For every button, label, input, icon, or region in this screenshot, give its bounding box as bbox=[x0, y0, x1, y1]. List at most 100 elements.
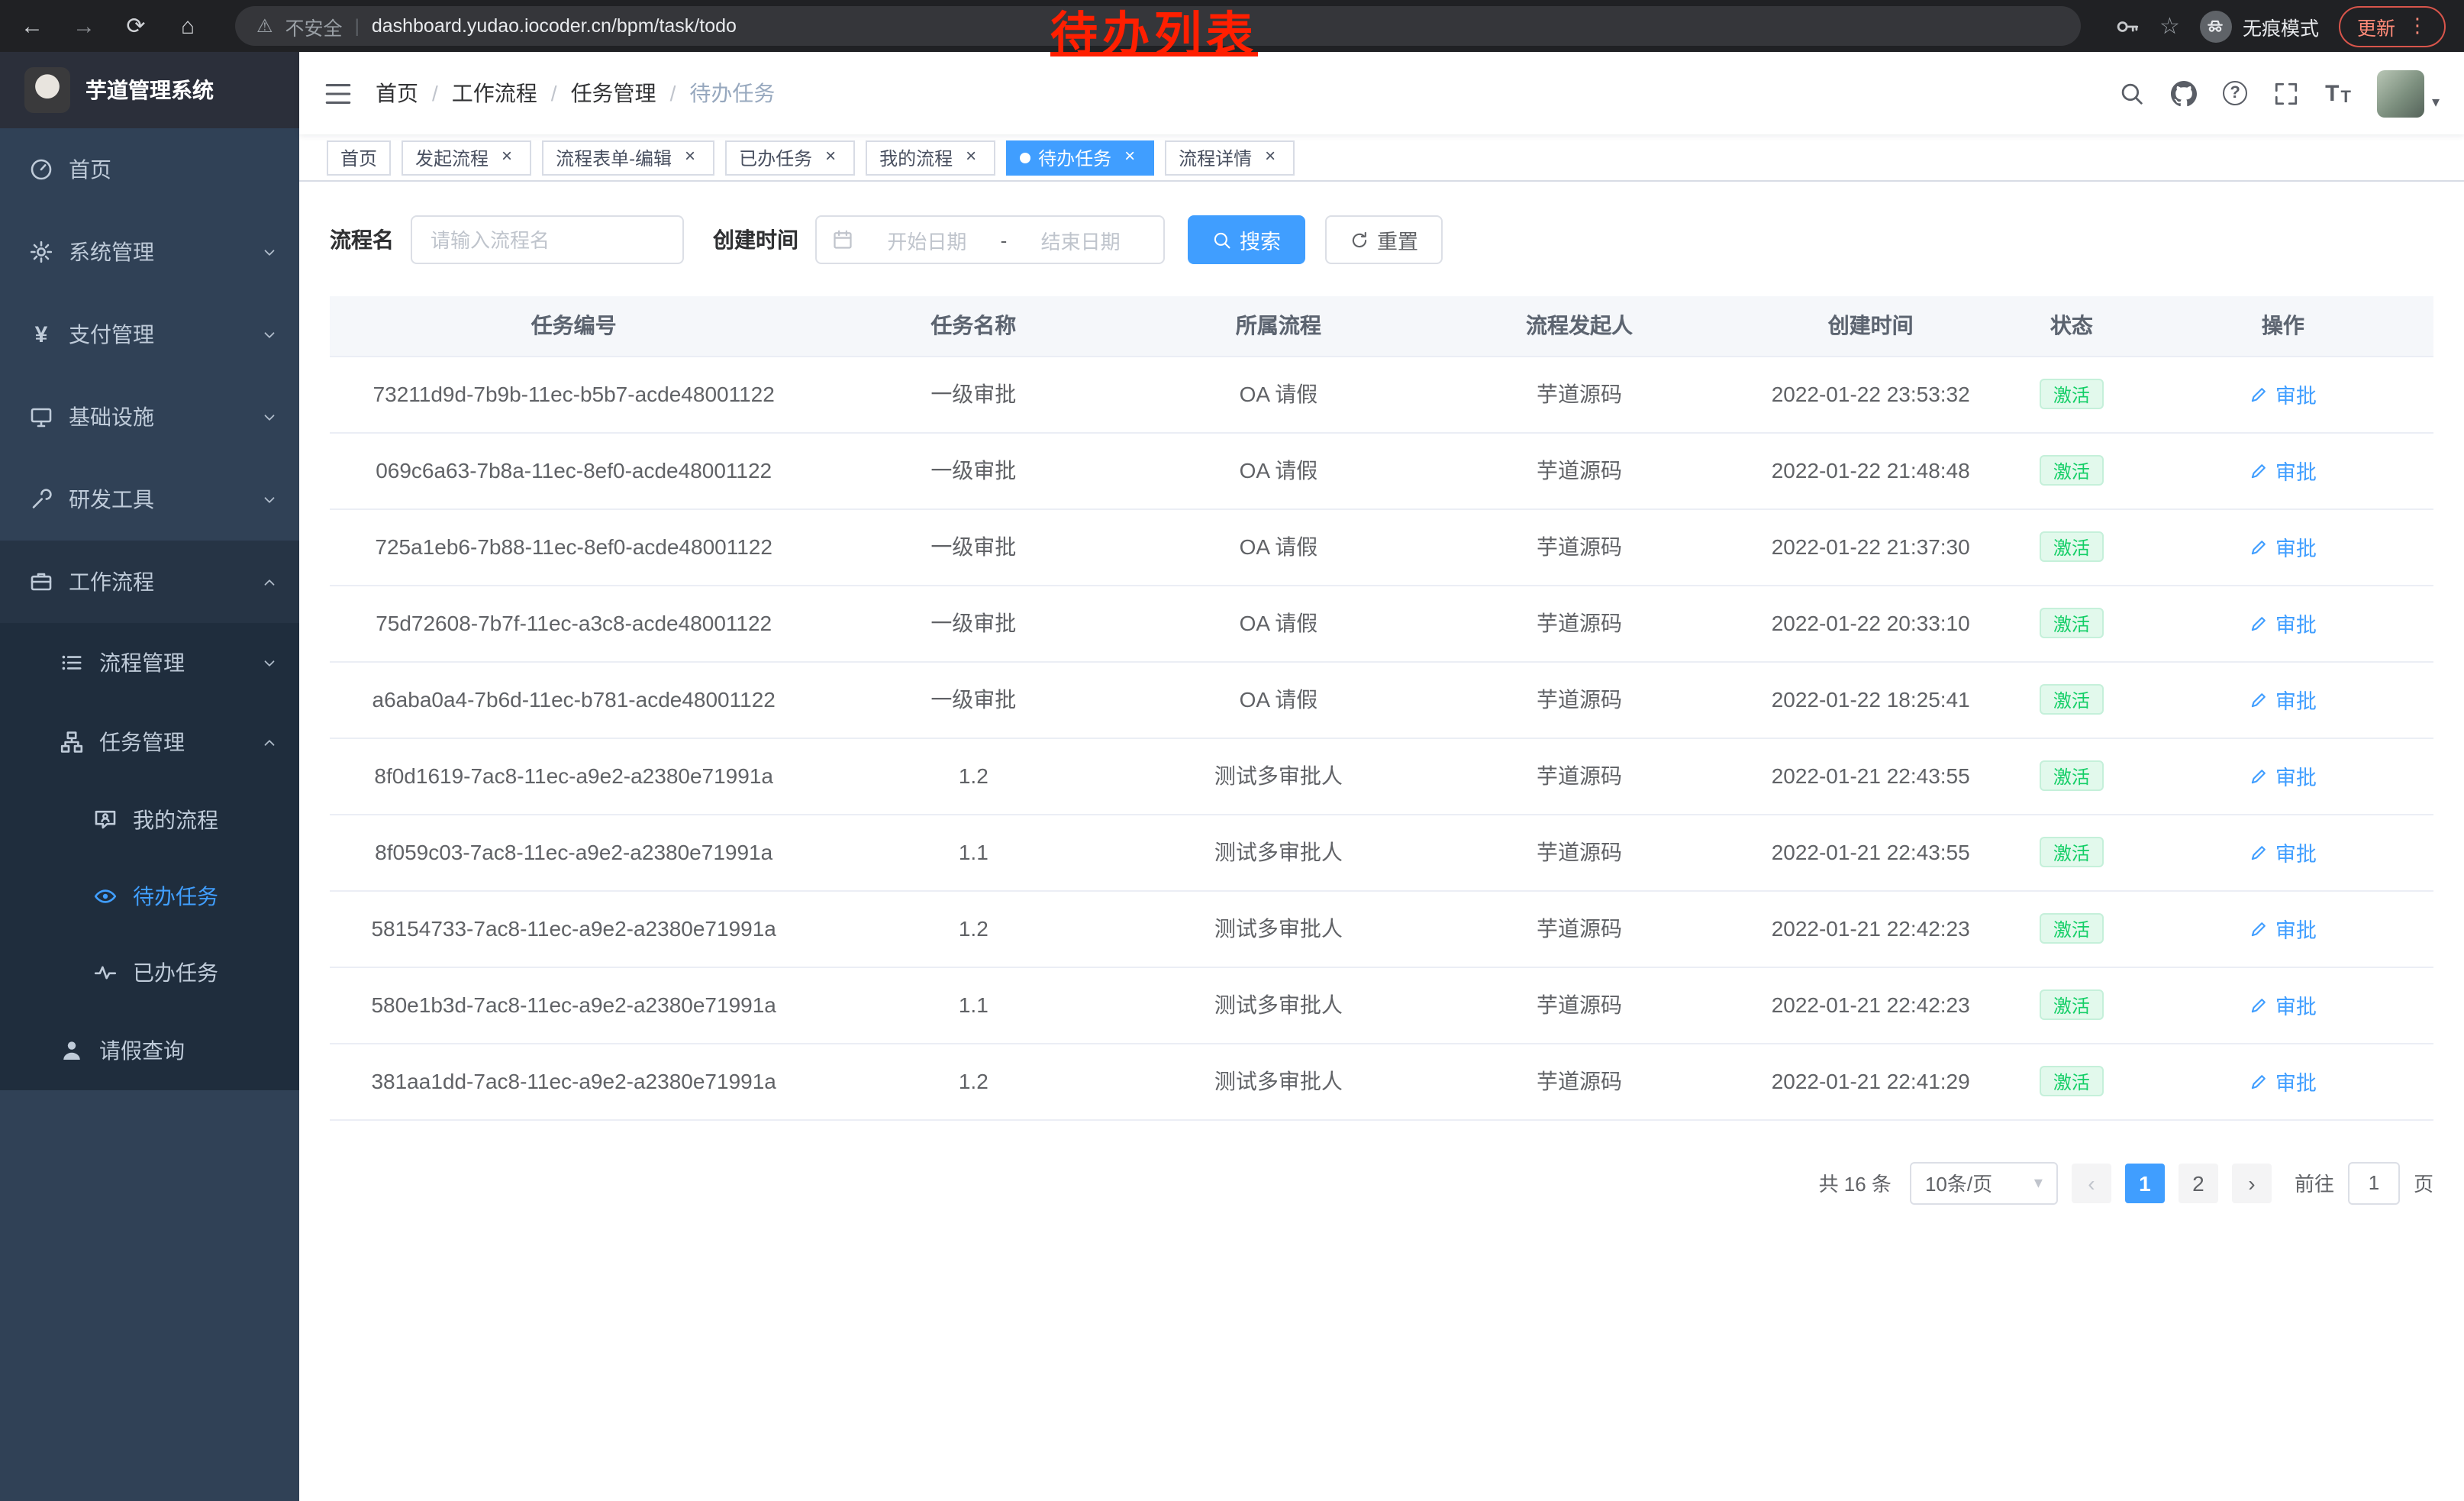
breadcrumb-separator: / bbox=[670, 81, 676, 105]
tab-close-icon[interactable]: × bbox=[496, 147, 518, 168]
status-badge: 激活 bbox=[2040, 684, 2104, 715]
tab-close-icon[interactable]: × bbox=[1119, 147, 1140, 168]
next-page-button[interactable]: › bbox=[2232, 1163, 2272, 1202]
back-icon[interactable]: ← bbox=[18, 13, 46, 39]
app-logo[interactable]: 芋道管理系统 bbox=[0, 52, 299, 128]
approve-link[interactable]: 审批 bbox=[2250, 455, 2317, 486]
forward-icon[interactable]: → bbox=[70, 13, 98, 39]
cell-process: OA 请假 bbox=[1129, 661, 1427, 738]
help-icon[interactable]: ? bbox=[2223, 81, 2247, 105]
sidebar-item-todo-tasks[interactable]: 待办任务 bbox=[0, 858, 299, 934]
cell-task-id: a6aba0a4-7b6d-11ec-b781-acde48001122 bbox=[330, 661, 818, 738]
page-size-select[interactable]: 10条/页 ▾ bbox=[1910, 1161, 2058, 1204]
approve-link[interactable]: 审批 bbox=[2250, 989, 2317, 1020]
approve-link[interactable]: 审批 bbox=[2250, 379, 2317, 409]
status-badge: 激活 bbox=[2040, 913, 2104, 944]
page-button-1[interactable]: 1 bbox=[2125, 1163, 2165, 1202]
tab-close-icon[interactable]: × bbox=[820, 147, 841, 168]
chevron-down-icon bbox=[261, 654, 278, 671]
avatar[interactable] bbox=[2377, 69, 2424, 117]
sidebar-item-process-mgmt[interactable]: 流程管理 bbox=[0, 623, 299, 702]
date-range-picker[interactable]: 开始日期 - 结束日期 bbox=[815, 215, 1165, 264]
table-header-row: 任务编号 任务名称 所属流程 流程发起人 创建时间 状态 操作 bbox=[330, 296, 2433, 356]
tab-done-tasks[interactable]: 已办任务 × bbox=[725, 140, 855, 175]
reset-button[interactable]: 重置 bbox=[1325, 215, 1443, 264]
search-button[interactable]: 搜索 bbox=[1188, 215, 1305, 264]
approve-link[interactable]: 审批 bbox=[2250, 913, 2317, 944]
reload-icon[interactable]: ⟳ bbox=[122, 12, 150, 40]
breadcrumb-workflow[interactable]: 工作流程 bbox=[452, 78, 537, 108]
end-date-placeholder[interactable]: 结束日期 bbox=[1013, 225, 1148, 254]
fullscreen-icon[interactable] bbox=[2273, 80, 2299, 106]
tab-label: 已办任务 bbox=[739, 144, 812, 170]
font-size-icon[interactable]: T T bbox=[2325, 80, 2351, 106]
edit-icon bbox=[2250, 460, 2269, 480]
tab-start-process[interactable]: 发起流程 × bbox=[402, 140, 531, 175]
annotation-todo-list: 待办列表 bbox=[1050, 9, 1258, 61]
edit-icon bbox=[2250, 537, 2269, 557]
edit-icon bbox=[2250, 689, 2269, 709]
search-icon[interactable] bbox=[2119, 80, 2145, 106]
process-name-input[interactable] bbox=[411, 215, 684, 264]
url-text[interactable]: dashboard.yudao.iocoder.cn/bpm/task/todo bbox=[372, 15, 737, 37]
github-icon[interactable] bbox=[2171, 80, 2197, 106]
tab-close-icon[interactable]: × bbox=[960, 147, 982, 168]
hamburger-icon[interactable] bbox=[324, 79, 353, 108]
tab-my-processes[interactable]: 我的流程 × bbox=[866, 140, 995, 175]
key-icon[interactable] bbox=[2114, 13, 2140, 39]
sidebar-item-label: 系统管理 bbox=[69, 237, 154, 267]
approve-link[interactable]: 审批 bbox=[2250, 1066, 2317, 1096]
approve-label: 审批 bbox=[2275, 760, 2317, 791]
table-row: 381aa1dd-7ac8-11ec-a9e2-a2380e71991a 1.2… bbox=[330, 1043, 2433, 1119]
tab-process-form-edit[interactable]: 流程表单-编辑 × bbox=[542, 140, 714, 175]
start-date-placeholder[interactable]: 开始日期 bbox=[859, 225, 995, 254]
approve-link[interactable]: 审批 bbox=[2250, 608, 2317, 638]
edit-icon bbox=[2250, 918, 2269, 938]
sidebar-item-leave-query[interactable]: 请假查询 bbox=[0, 1011, 299, 1090]
goto-page-input[interactable] bbox=[2348, 1161, 2400, 1204]
sidebar-item-task-mgmt[interactable]: 任务管理 bbox=[0, 702, 299, 782]
sidebar-item-label: 待办任务 bbox=[133, 881, 218, 912]
tab-process-detail[interactable]: 流程详情 × bbox=[1165, 140, 1295, 175]
cell-task-id: 58154733-7ac8-11ec-a9e2-a2380e71991a bbox=[330, 890, 818, 967]
sidebar-item-my-processes[interactable]: 我的流程 bbox=[0, 782, 299, 858]
tab-home[interactable]: 首页 bbox=[327, 140, 391, 175]
col-initiator: 流程发起人 bbox=[1428, 296, 1731, 356]
sidebar-item-home[interactable]: 首页 bbox=[0, 128, 299, 211]
sidebar-item-dev-tools[interactable]: 研发工具 bbox=[0, 458, 299, 541]
prev-page-button[interactable]: ‹ bbox=[2072, 1163, 2111, 1202]
tab-close-icon[interactable]: × bbox=[679, 147, 701, 168]
tab-close-icon[interactable]: × bbox=[1259, 147, 1281, 168]
breadcrumb-home[interactable]: 首页 bbox=[376, 78, 418, 108]
sidebar-item-done-tasks[interactable]: 已办任务 bbox=[0, 934, 299, 1011]
pulse-icon bbox=[93, 960, 118, 985]
browser-update-button[interactable]: 更新 ⋮ bbox=[2339, 5, 2446, 47]
tab-todo-tasks[interactable]: 待办任务 × bbox=[1006, 140, 1154, 175]
cell-task-name: 一级审批 bbox=[818, 356, 1129, 432]
breadcrumb-task-mgmt[interactable]: 任务管理 bbox=[571, 78, 656, 108]
table-row: 580e1b3d-7ac8-11ec-a9e2-a2380e71991a 1.1… bbox=[330, 967, 2433, 1043]
cell-task-id: 381aa1dd-7ac8-11ec-a9e2-a2380e71991a bbox=[330, 1043, 818, 1119]
approve-link[interactable]: 审批 bbox=[2250, 760, 2317, 791]
home-icon[interactable]: ⌂ bbox=[174, 13, 202, 39]
table-row: 58154733-7ac8-11ec-a9e2-a2380e71991a 1.2… bbox=[330, 890, 2433, 967]
approve-link[interactable]: 审批 bbox=[2250, 837, 2317, 867]
search-icon bbox=[1212, 230, 1232, 250]
person-icon bbox=[60, 1038, 84, 1063]
sidebar-item-workflow[interactable]: 工作流程 bbox=[0, 541, 299, 623]
cell-created: 2022-01-21 22:43:55 bbox=[1730, 738, 2011, 814]
chevron-down-icon: ▾ bbox=[2034, 1173, 2043, 1193]
approve-link[interactable]: 审批 bbox=[2250, 684, 2317, 715]
sidebar-item-infrastructure[interactable]: 基础设施 bbox=[0, 376, 299, 458]
reset-button-label: 重置 bbox=[1377, 224, 1418, 255]
sidebar-item-payment-mgmt[interactable]: ¥ 支付管理 bbox=[0, 293, 299, 376]
sidebar-item-system-mgmt[interactable]: 系统管理 bbox=[0, 211, 299, 293]
approve-link[interactable]: 审批 bbox=[2250, 531, 2317, 562]
warning-icon: ⚠ bbox=[256, 15, 273, 37]
security-label[interactable]: 不安全 bbox=[285, 11, 343, 40]
browser-menu-icon[interactable]: ⋮ bbox=[2408, 14, 2427, 38]
cell-created: 2022-01-22 18:25:41 bbox=[1730, 661, 2011, 738]
user-menu[interactable]: ▾ bbox=[2377, 69, 2440, 117]
page-button-2[interactable]: 2 bbox=[2179, 1163, 2218, 1202]
bookmark-star-icon[interactable]: ☆ bbox=[2159, 12, 2180, 40]
